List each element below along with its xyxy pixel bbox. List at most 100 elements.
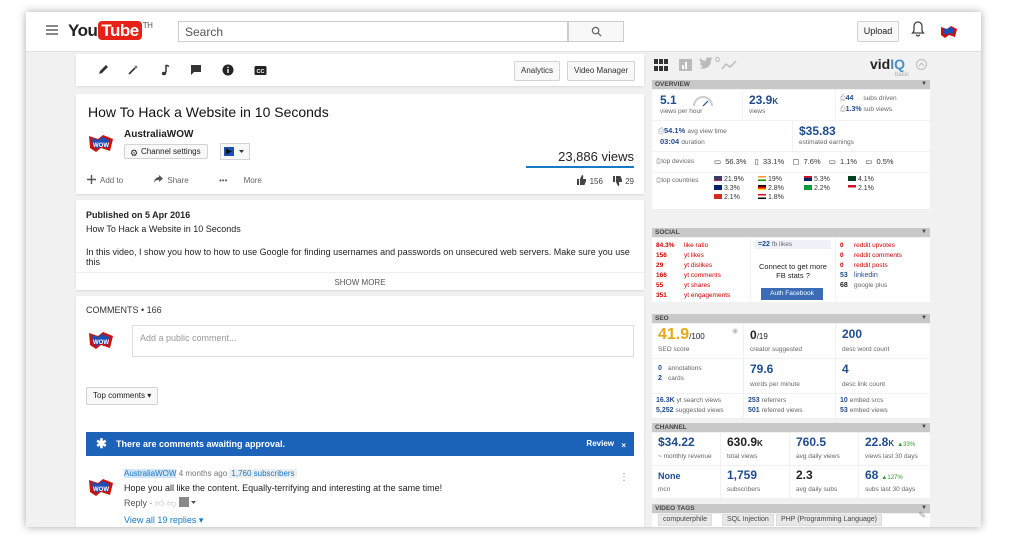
thumbs-up-icon — [577, 175, 587, 185]
creator-suggested-value: 0 — [750, 328, 757, 342]
sort-comments-dropdown[interactable]: Top comments ▾ — [86, 387, 159, 405]
bell-icon[interactable] — [911, 21, 925, 37]
closed-captions-icon[interactable]: CC — [253, 63, 267, 77]
edit-pencil-icon[interactable] — [96, 63, 110, 77]
channel-section-header[interactable]: CHANNEL ▼ — [652, 423, 930, 432]
bar-chart-icon[interactable] — [679, 59, 692, 71]
comment-input[interactable]: Add a public comment... — [132, 325, 634, 357]
desc-link-count-value: 4 — [842, 362, 849, 376]
view-count-bar — [526, 166, 634, 168]
comment-dislike-icon[interactable]: 👎︎ — [167, 498, 176, 508]
speedometer-icon — [693, 96, 713, 107]
video-tags-section-header[interactable]: VIDEO TAGS ▼ — [652, 504, 930, 513]
add-to-action[interactable]: Add to — [86, 175, 137, 185]
monthly-revenue-cell: $34.22 ~ monthly revenue — [652, 433, 720, 465]
overview-section-header[interactable]: OVERVIEW ▼ — [652, 80, 930, 89]
collapse-up-icon[interactable] — [916, 59, 927, 70]
auth-facebook-button[interactable]: Auth Facebook — [761, 288, 823, 300]
approval-banner-text: There are comments awaiting approval. — [116, 439, 286, 449]
upload-button[interactable]: Upload — [857, 21, 899, 42]
analytics-button[interactable]: Analytics — [514, 61, 561, 81]
yt-comments-value: 166 — [656, 272, 667, 279]
like-button[interactable]: 156 — [576, 175, 603, 186]
comments-card: COMMENTS • 166 WOW Add a public comment.… — [76, 296, 644, 527]
gb-flag-icon — [804, 176, 812, 181]
twitter-icon[interactable] — [699, 57, 715, 71]
music-note-icon[interactable] — [158, 63, 172, 77]
desc-link-count-cell: 4 desc link count — [836, 359, 930, 393]
search-button[interactable] — [568, 21, 624, 42]
video-manager-button[interactable]: Video Manager — [567, 61, 636, 81]
seo-section-header[interactable]: SEO ▼ — [652, 314, 930, 323]
more-action[interactable]: ••• More — [219, 176, 276, 185]
avg-view-time-cell: ⎙54.1% avg view time 03:04 duration — [652, 121, 792, 151]
sub-views-label: sub views — [863, 106, 893, 113]
comment-like-icon[interactable]: 👍︎ — [155, 498, 164, 508]
description-card: Published on 5 Apr 2016 How To Hack a We… — [76, 200, 644, 290]
avg-daily-subs-value: 2.3 — [796, 468, 813, 482]
subscribers-label: subscribers — [727, 486, 761, 493]
video-tags-cell: computerphile SQL Injection PHP (Program… — [652, 510, 930, 527]
youtube-logo[interactable]: You Tube TH — [68, 21, 153, 43]
share-action[interactable]: Share — [153, 175, 202, 185]
close-icon[interactable]: × — [621, 434, 626, 458]
channel-name[interactable]: AustraliaWOW — [124, 129, 193, 140]
collapse-triangle-icon: ▼ — [921, 315, 927, 321]
share-label: Share — [167, 176, 189, 185]
grid-view-icon[interactable] — [654, 59, 668, 71]
device-tablet: 7.6% — [803, 157, 821, 166]
video-tags-title: VIDEO TAGS — [655, 505, 695, 512]
edit-tag-icon[interactable]: ✎ — [918, 510, 926, 521]
yt-dislikes-value: 29 — [656, 262, 664, 269]
duration-label: duration — [681, 139, 705, 146]
mcn-label: mcn — [658, 486, 671, 493]
asterisk-icon: ✱ — [96, 436, 107, 451]
creator-toolbar: CC Analytics Video Manager — [76, 54, 644, 86]
commenter-avatar: WOW — [89, 332, 113, 349]
user-avatar[interactable] — [939, 23, 959, 39]
linkedin-value: 53 — [840, 272, 848, 279]
like-dislike-bar: 156 29 — [576, 175, 634, 186]
dislike-button[interactable]: 29 — [612, 176, 634, 186]
referrers-value: 253 — [748, 397, 760, 404]
comment-author[interactable]: AustraliaWOW — [124, 469, 177, 478]
trend-line-icon[interactable] — [721, 60, 737, 70]
creator-suggested-cell: 0/19 creator suggested — [744, 324, 835, 358]
fb-likes-label: fb likes — [771, 241, 793, 248]
avg-daily-views-cell: 760.5 avg daily views — [790, 433, 858, 465]
description-line-1: How To Hack a Website in 10 Seconds — [86, 224, 241, 234]
video-title: How To Hack a Website in 10 Seconds — [88, 104, 329, 120]
info-icon[interactable] — [221, 63, 235, 77]
svg-text:WOW: WOW — [93, 340, 109, 346]
annotations-cell: 0 annotations 2 cards — [652, 359, 743, 393]
comment-menu-icon[interactable]: ⋮ — [619, 472, 629, 483]
yt-engagements-value: 351 — [656, 292, 667, 299]
collapse-triangle-icon: ▼ — [921, 229, 927, 235]
show-more-button[interactable]: SHOW MORE — [76, 272, 644, 287]
social-section-header[interactable]: SOCIAL ▼ — [652, 228, 930, 237]
playlist-dropdown[interactable] — [220, 143, 250, 160]
reply-link[interactable]: Reply — [124, 498, 147, 508]
comment-bubble-icon[interactable] — [189, 63, 203, 77]
video-tag[interactable]: PHP (Programming Language) — [776, 514, 882, 526]
tablet-icon: ▢ — [792, 157, 800, 166]
heart-creator-icon[interactable] — [178, 497, 197, 507]
review-link[interactable]: Review — [586, 432, 614, 456]
hamburger-menu-icon[interactable] — [46, 25, 58, 35]
view-all-replies-link[interactable]: View all 19 replies ▾ — [124, 515, 203, 526]
eye-icon[interactable]: ◉ — [732, 327, 738, 335]
in-flag-icon — [758, 176, 766, 181]
comment-author-avatar[interactable]: WOW — [86, 474, 116, 500]
video-tag[interactable]: computerphile — [658, 514, 712, 526]
br-flag-icon — [804, 185, 812, 190]
video-tag[interactable]: SQL Injection — [722, 514, 774, 526]
channel-settings-button[interactable]: ⚙ Channel settings — [124, 144, 208, 159]
search-input[interactable]: Search — [178, 21, 568, 42]
channel-logo[interactable]: WOW — [86, 130, 116, 156]
seo-score-label: SEO score — [658, 346, 690, 353]
earnings-value: $35.83 — [799, 124, 836, 138]
magic-wand-icon[interactable] — [126, 63, 140, 77]
subs-driven-value: 44 — [845, 95, 854, 102]
comment-text: Hope you all like the content. Equally-t… — [124, 483, 443, 493]
gear-icon: ⚙ — [130, 148, 139, 158]
